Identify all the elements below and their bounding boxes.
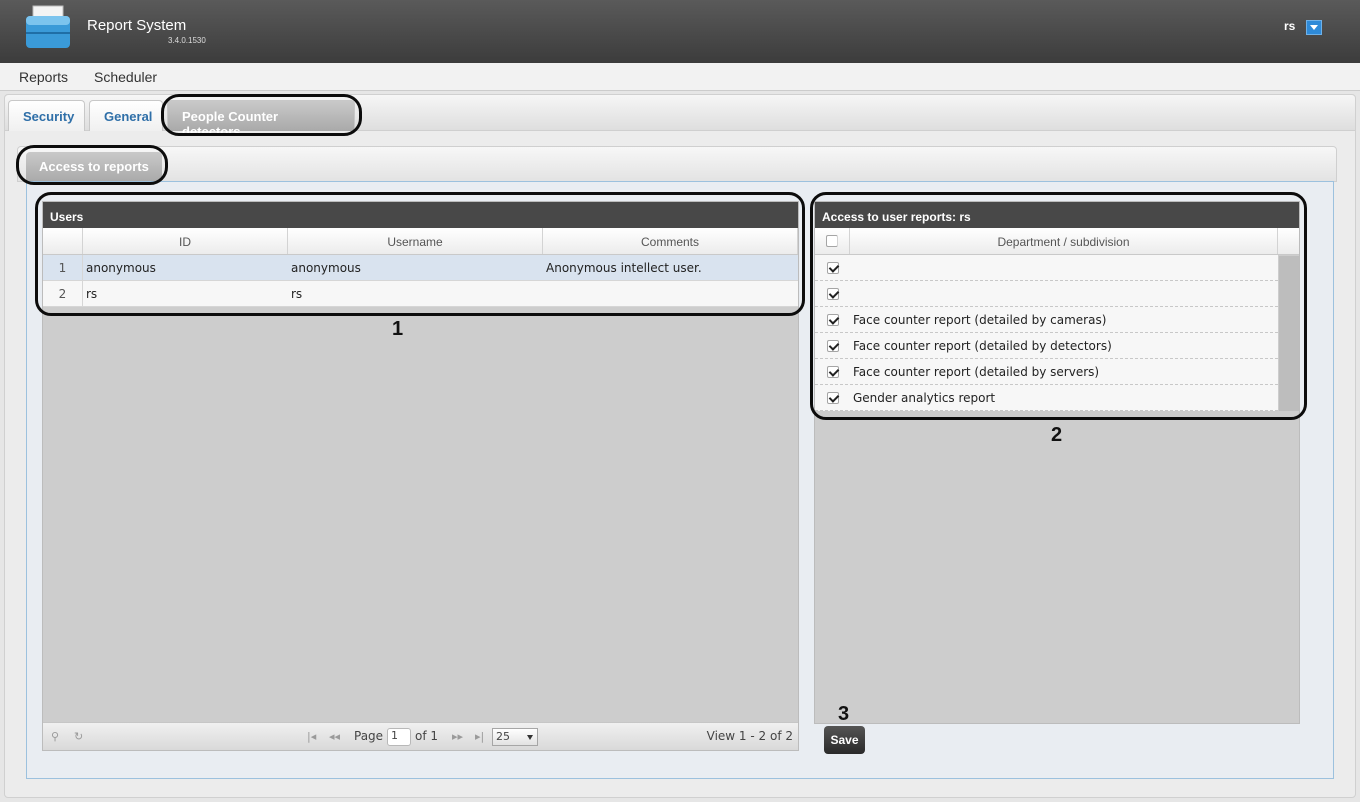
access-grid: Access to user reports: rs Department / …: [814, 201, 1300, 724]
tab-security[interactable]: Security: [8, 100, 85, 131]
report-name: Face counter report (detailed by cameras…: [853, 312, 1107, 327]
next-page-icon[interactable]: ▸▸: [452, 730, 463, 743]
report-name: Face counter report (detailed by detecto…: [853, 338, 1112, 353]
row-number: 1: [43, 255, 83, 280]
cell-username: rs: [291, 286, 303, 301]
checkbox-cell: [815, 339, 850, 352]
row-number-header: [43, 228, 83, 254]
cell-username: anonymous: [291, 260, 361, 275]
menu-item-scheduler[interactable]: Scheduler: [94, 69, 157, 85]
column-header-id[interactable]: ID: [83, 228, 288, 254]
callout-1: 1: [392, 318, 404, 340]
report-access-checkbox[interactable]: [826, 365, 839, 378]
scroll-header-spacer: [1278, 228, 1299, 254]
first-page-icon[interactable]: |◂: [307, 730, 316, 743]
app-header: Report System 3.4.0.1530 rs: [0, 0, 1360, 63]
table-row[interactable]: 2 rs rs: [43, 281, 798, 307]
column-header-department[interactable]: Department / subdivision: [850, 228, 1278, 254]
report-name: Gender analytics report: [853, 390, 996, 405]
page-number-input[interactable]: 1: [387, 728, 411, 746]
search-icon[interactable]: ⚲: [51, 730, 59, 743]
report-access-checkbox[interactable]: [826, 391, 839, 404]
last-page-icon[interactable]: ▸|: [475, 730, 484, 743]
cell-id: anonymous: [86, 260, 156, 275]
menu-item-reports[interactable]: Reports: [19, 69, 68, 85]
column-header-username[interactable]: Username: [288, 228, 543, 254]
users-grid: Users ID Username Comments 1 anonymous a…: [42, 201, 799, 751]
row-number: 2: [43, 281, 83, 306]
tab-general[interactable]: General: [89, 100, 163, 131]
users-grid-pager: ⚲ ↻ |◂ ◂◂ Page 1 of 1 ▸▸ ▸| 25 View 1 - …: [43, 722, 798, 750]
access-grid-caption: Access to user reports: rs: [815, 202, 1299, 228]
report-name: Face counter report (detailed by servers…: [853, 364, 1100, 379]
callout-2: 2: [1051, 424, 1063, 446]
users-grid-header: ID Username Comments: [43, 228, 798, 255]
user-name[interactable]: rs: [1284, 19, 1295, 33]
view-records-info: View 1 - 2 of 2: [706, 729, 793, 743]
checkbox-cell: [815, 365, 850, 378]
checkbox-cell: [815, 313, 850, 326]
report-access-checkbox[interactable]: [826, 261, 839, 274]
user-menu-dropdown-icon[interactable]: [1306, 20, 1322, 35]
access-grid-header: Department / subdivision: [815, 228, 1299, 255]
prev-page-icon[interactable]: ◂◂: [329, 730, 340, 743]
subtab-access-to-reports[interactable]: Access to reports: [26, 152, 162, 182]
tab-people-counter-detectors[interactable]: People Counter detectors: [167, 100, 355, 139]
column-header-comments[interactable]: Comments: [543, 228, 798, 254]
report-access-checkbox[interactable]: [826, 287, 839, 300]
users-grid-caption: Users: [43, 202, 798, 228]
checkbox-cell: [815, 391, 850, 404]
subtabs-bar: [17, 146, 1337, 182]
checkbox-cell: [815, 261, 850, 274]
report-access-checkbox[interactable]: [826, 339, 839, 352]
callout-3: 3: [838, 703, 850, 725]
scrollbar[interactable]: [1279, 256, 1299, 411]
list-item[interactable]: Face counter report (detailed by detecto…: [815, 333, 1278, 359]
refresh-icon[interactable]: ↻: [74, 730, 83, 743]
checkbox-cell: [815, 287, 850, 300]
list-item[interactable]: Face counter report (detailed by cameras…: [815, 307, 1278, 333]
cell-id: rs: [86, 286, 98, 301]
page-count: of 1: [415, 729, 439, 743]
list-item[interactable]: [815, 281, 1278, 307]
table-row[interactable]: 1 anonymous anonymous Anonymous intellec…: [43, 255, 798, 281]
list-item[interactable]: Face counter report (detailed by servers…: [815, 359, 1278, 385]
select-all-checkbox[interactable]: [826, 235, 838, 247]
page-label: Page: [354, 729, 384, 743]
list-item[interactable]: Gender analytics report: [815, 385, 1278, 411]
rows-per-page-select[interactable]: 25: [492, 728, 538, 746]
access-grid-body: Face counter report (detailed by cameras…: [815, 255, 1278, 411]
app-title: Report System: [87, 17, 187, 34]
report-access-checkbox[interactable]: [826, 313, 839, 326]
main-menu: Reports Scheduler: [0, 63, 1360, 91]
save-button[interactable]: Save: [824, 726, 865, 754]
cell-comments: Anonymous intellect user.: [546, 260, 702, 275]
app-version: 3.4.0.1530: [168, 36, 206, 45]
list-item[interactable]: [815, 255, 1278, 281]
select-all-cell: [815, 228, 850, 254]
report-system-logo-icon: [26, 5, 70, 48]
